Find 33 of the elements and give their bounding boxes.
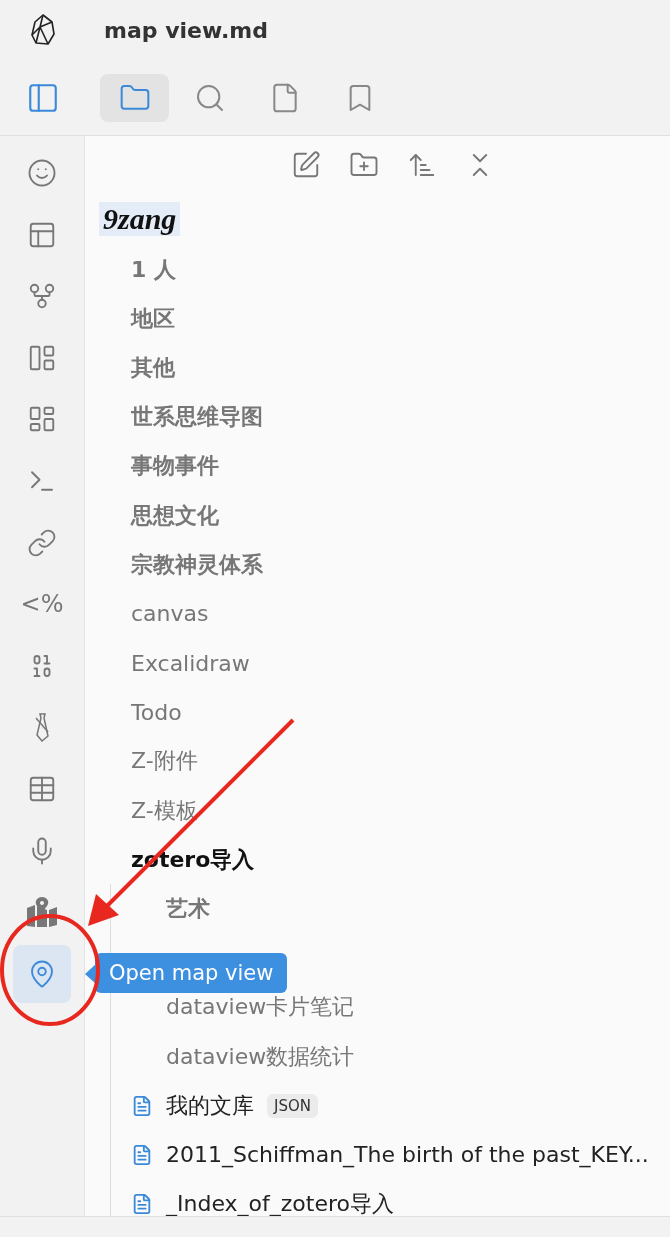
logo-icon bbox=[29, 14, 56, 46]
folder-label[interactable]: 艺术 bbox=[166, 894, 210, 925]
folder-label[interactable]: 宗教神灵体系 bbox=[131, 549, 263, 580]
ribbon-button[interactable]: <% bbox=[13, 575, 71, 634]
folder-label[interactable]: 地区 bbox=[131, 303, 175, 334]
window-title: map view.md bbox=[104, 17, 268, 43]
file-label[interactable]: _Index_of_zotero导入 bbox=[166, 1189, 394, 1216]
folder-label[interactable]: 1 人 bbox=[131, 254, 176, 285]
file-label[interactable]: 2011_Schiffman_The birth of the past_KEY... bbox=[166, 1142, 649, 1168]
file-label[interactable]: 我的文库 bbox=[166, 1090, 254, 1121]
folder-label[interactable]: 事物事件 bbox=[131, 451, 219, 482]
template-label: <% bbox=[20, 590, 64, 619]
file-icon bbox=[131, 1143, 153, 1166]
panel-tab[interactable] bbox=[100, 73, 169, 122]
folder-label[interactable]: Z-附件 bbox=[131, 746, 198, 777]
tie-icon bbox=[32, 712, 52, 743]
ribbon-button[interactable] bbox=[13, 944, 71, 1003]
file-type-tag: JSON bbox=[267, 1093, 318, 1118]
folder-label[interactable]: 世系思维导图 bbox=[131, 402, 263, 433]
link-icon bbox=[27, 527, 57, 558]
file-icon bbox=[131, 1094, 153, 1117]
folder-label[interactable]: canvas bbox=[131, 601, 209, 627]
folder-label[interactable]: 其他 bbox=[131, 352, 175, 383]
folder-label[interactable]: Todo bbox=[131, 699, 182, 725]
folder-label[interactable]: dataview数据统计 bbox=[166, 1041, 355, 1072]
folder-label[interactable]: Z-模板 bbox=[131, 795, 198, 826]
folder-label[interactable]: 思想文化 bbox=[131, 500, 219, 531]
file-icon bbox=[131, 1193, 153, 1216]
folder-label[interactable]: dataview卡片笔记 bbox=[166, 992, 355, 1023]
vault-name[interactable]: 9zang bbox=[99, 202, 181, 236]
smile-icon bbox=[27, 158, 57, 188]
map-icon bbox=[25, 896, 59, 929]
folder-label[interactable]: Excalidraw bbox=[131, 650, 250, 676]
